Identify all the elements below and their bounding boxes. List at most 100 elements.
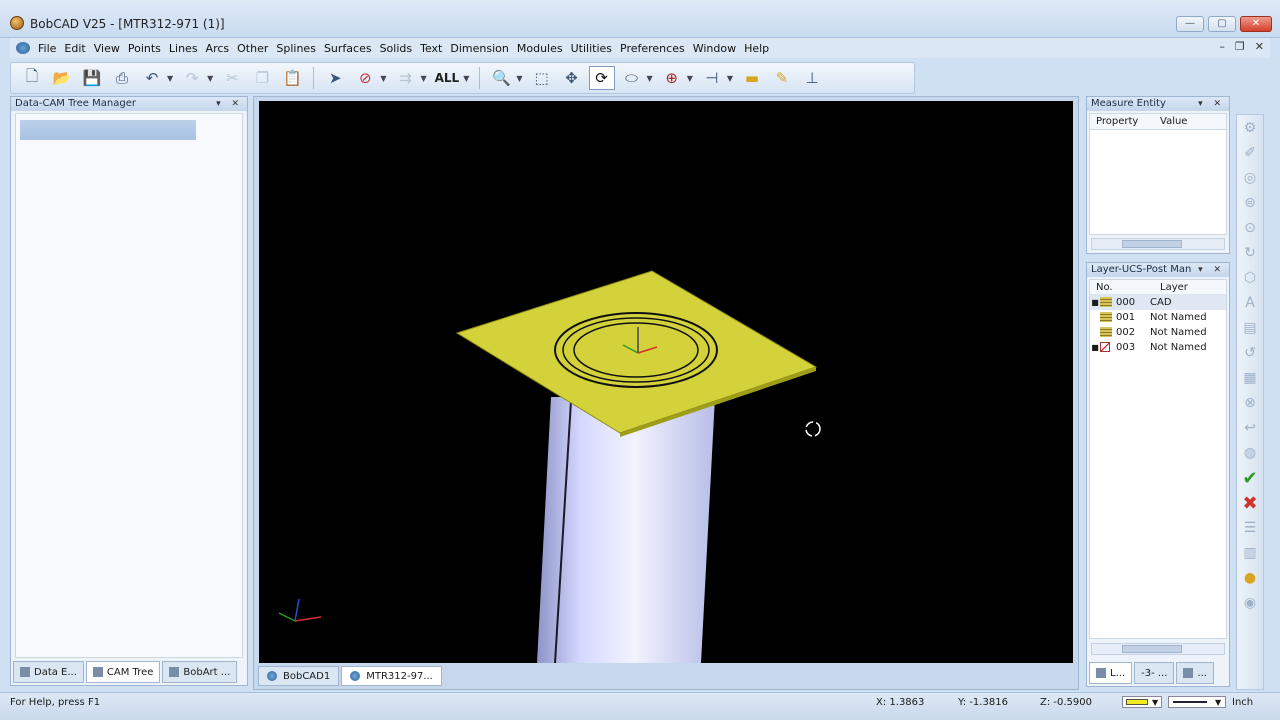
feature-icon[interactable]: ◎: [1237, 167, 1263, 189]
tool-icon[interactable]: ↩: [1237, 417, 1263, 439]
undo-dropdown-icon[interactable]: ▼: [167, 74, 173, 83]
menu-utilities[interactable]: Utilities: [567, 42, 616, 55]
print-icon[interactable]: ⎙: [109, 66, 135, 90]
menu-modules[interactable]: Modules: [513, 42, 567, 55]
menu-lines[interactable]: Lines: [165, 42, 202, 55]
engrave-icon[interactable]: A: [1237, 292, 1263, 314]
zoom-window-icon[interactable]: ⬚: [529, 66, 555, 90]
check-icon[interactable]: ✔: [1237, 467, 1263, 489]
pocket-icon[interactable]: ⊙: [1237, 217, 1263, 239]
scrollbar-thumb[interactable]: [1122, 240, 1182, 248]
layer-row[interactable]: 002 Not Named: [1090, 325, 1226, 340]
measure-dropdown-icon[interactable]: ▼: [727, 74, 733, 83]
mdi-close-button[interactable]: ✕: [1255, 40, 1264, 53]
tab-layers[interactable]: L...: [1089, 662, 1133, 684]
rotate-icon[interactable]: ⟳: [588, 66, 615, 90]
workplane-icon[interactable]: ⊥: [799, 66, 825, 90]
measure-horizontal-scrollbar[interactable]: [1091, 238, 1225, 250]
tab-cam-tree[interactable]: CAM Tree: [85, 661, 161, 683]
cancel-icon[interactable]: ✖: [1237, 492, 1263, 514]
highlight-icon[interactable]: ✎: [769, 66, 795, 90]
layer-visibility-checkbox[interactable]: [1100, 342, 1110, 352]
menu-points[interactable]: Points: [124, 42, 165, 55]
maximize-button[interactable]: ▢: [1208, 16, 1236, 32]
panel-pin-close-buttons[interactable]: ▾ ✕: [1198, 263, 1225, 277]
paste-icon[interactable]: 📋: [279, 66, 305, 90]
undo-icon[interactable]: ↶: [139, 66, 165, 90]
thread-icon[interactable]: ↺: [1237, 342, 1263, 364]
ucs-icon[interactable]: ⊕: [659, 66, 685, 90]
layer-icon[interactable]: ●: [1237, 567, 1263, 589]
zoom-dropdown-icon[interactable]: ▼: [516, 74, 522, 83]
select-filter-dropdown-icon[interactable]: ▼: [420, 74, 426, 83]
menu-edit[interactable]: Edit: [60, 42, 89, 55]
menu-other[interactable]: Other: [233, 42, 272, 55]
profile-icon[interactable]: ↻: [1237, 242, 1263, 264]
tab-mtr312[interactable]: MTR312-97...: [341, 666, 442, 686]
tab-ucs[interactable]: -3- ...: [1134, 662, 1175, 684]
mdi-restore-button[interactable]: ❐: [1235, 40, 1245, 53]
select-all-button[interactable]: ALL: [435, 71, 460, 85]
ucs-dropdown-icon[interactable]: ▼: [687, 74, 693, 83]
chamfer-icon[interactable]: ⬡: [1237, 267, 1263, 289]
tab-data-entity[interactable]: Data E...: [13, 661, 84, 683]
menu-help[interactable]: Help: [740, 42, 773, 55]
line-style-selector[interactable]: ▼: [1168, 696, 1226, 708]
mdi-minimize-button[interactable]: –: [1219, 40, 1225, 53]
select-filter-icon[interactable]: ⇉: [392, 66, 418, 90]
redo-icon[interactable]: ↷: [179, 66, 205, 90]
menu-preferences[interactable]: Preferences: [616, 42, 689, 55]
select-arrow-icon[interactable]: ➤: [322, 66, 348, 90]
menu-text[interactable]: Text: [416, 42, 446, 55]
drill-icon[interactable]: ⊜: [1237, 192, 1263, 214]
color-selector[interactable]: ▼: [1122, 696, 1162, 708]
layer-horizontal-scrollbar[interactable]: [1091, 643, 1225, 655]
menu-splines[interactable]: Splines: [272, 42, 320, 55]
menu-dimension[interactable]: Dimension: [446, 42, 512, 55]
tab-post[interactable]: ...: [1176, 662, 1214, 684]
scrollbar-thumb[interactable]: [1122, 645, 1182, 653]
face-icon[interactable]: ▤: [1237, 317, 1263, 339]
target-icon[interactable]: ◉: [1237, 592, 1263, 614]
menu-window[interactable]: Window: [689, 42, 740, 55]
select-entity-icon[interactable]: ⊘: [352, 66, 378, 90]
column-layer[interactable]: Layer: [1148, 280, 1226, 294]
list-icon[interactable]: ☰: [1237, 517, 1263, 539]
finishing-icon[interactable]: ⊗: [1237, 392, 1263, 414]
model-canvas[interactable]: [259, 101, 1073, 664]
menu-solids[interactable]: Solids: [376, 42, 417, 55]
zoom-icon[interactable]: 🔍: [488, 66, 514, 90]
view-plane-icon[interactable]: ⬭: [619, 66, 645, 90]
stock-icon[interactable]: ◍: [1237, 442, 1263, 464]
tree-selected-item[interactable]: [20, 120, 196, 140]
measure-icon[interactable]: ⊣: [699, 66, 725, 90]
menu-view[interactable]: View: [90, 42, 124, 55]
tab-bobcad1[interactable]: BobCAD1: [258, 666, 340, 686]
3d-viewport[interactable]: [259, 101, 1073, 664]
panel-pin-close-buttons[interactable]: ▾ ✕: [216, 97, 243, 111]
view-plane-dropdown-icon[interactable]: ▼: [647, 74, 653, 83]
select-all-dropdown-icon[interactable]: ▼: [463, 74, 469, 83]
wand-icon[interactable]: ✐: [1237, 142, 1263, 164]
layer-row[interactable]: 001 Not Named: [1090, 310, 1226, 325]
minimize-button[interactable]: —: [1176, 16, 1204, 32]
cam-tree-view[interactable]: [15, 113, 243, 658]
bobcad-app-icon[interactable]: [10, 16, 24, 30]
close-button[interactable]: ✕: [1240, 16, 1272, 32]
pan-icon[interactable]: ✥: [559, 66, 585, 90]
system-menu-icon[interactable]: [16, 42, 30, 54]
wizard-icon[interactable]: ⚙: [1237, 117, 1263, 139]
copy-icon[interactable]: ❐: [249, 66, 275, 90]
redo-dropdown-icon[interactable]: ▼: [207, 74, 213, 83]
open-folder-icon[interactable]: 📂: [49, 66, 75, 90]
property-grid[interactable]: Property Value: [1089, 113, 1227, 235]
ruler-icon[interactable]: ▬: [739, 66, 765, 90]
menu-file[interactable]: File: [34, 42, 60, 55]
column-no[interactable]: No.: [1090, 280, 1148, 294]
layer-list[interactable]: No. Layer ■ 000 CAD 001 Not Named 002 No…: [1089, 279, 1227, 639]
layer-row[interactable]: ■ 003 Not Named: [1090, 340, 1226, 355]
menu-surfaces[interactable]: Surfaces: [320, 42, 376, 55]
new-file-icon[interactable]: 🗋: [19, 66, 45, 90]
panel-pin-close-buttons[interactable]: ▾ ✕: [1198, 97, 1225, 111]
cut-icon[interactable]: ✂: [219, 66, 245, 90]
